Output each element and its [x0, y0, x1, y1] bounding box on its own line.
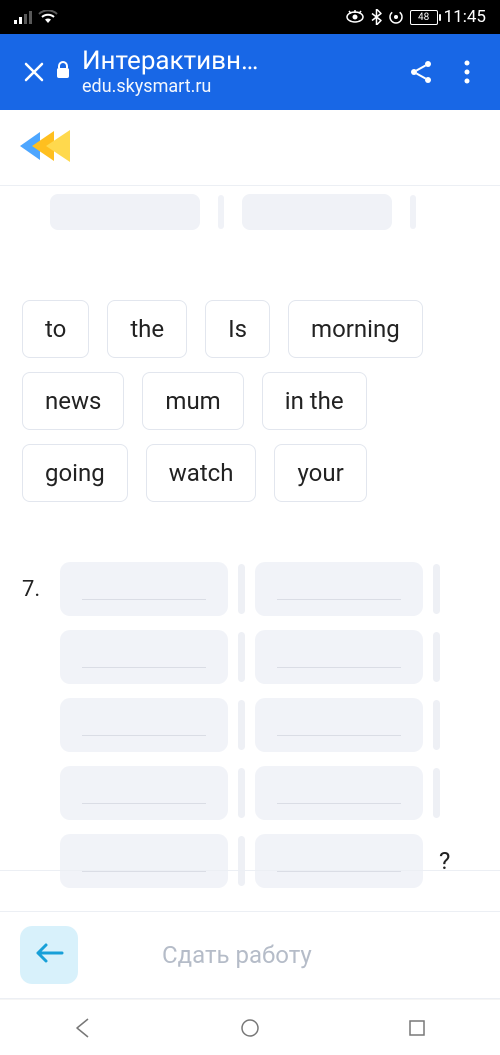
app-logo-bar [0, 110, 500, 186]
slot-separator [410, 195, 416, 229]
drop-slot[interactable] [60, 698, 228, 752]
nav-back-icon[interactable] [68, 1013, 98, 1043]
more-icon[interactable] [444, 60, 490, 84]
lock-icon [54, 60, 72, 84]
word-chip[interactable]: to [22, 300, 89, 358]
word-chip[interactable]: mum [142, 372, 243, 430]
status-left [14, 10, 58, 24]
drop-slot[interactable] [255, 630, 423, 684]
page-title: Интерактивн… [82, 47, 258, 77]
drop-slot[interactable] [60, 630, 228, 684]
footer-bar: Сдать работу [0, 911, 500, 999]
question-7: 7. [22, 562, 478, 888]
status-right: 48 11:45 [345, 7, 486, 27]
android-status-bar: 48 11:45 [0, 0, 500, 34]
wifi-icon [38, 10, 58, 24]
arrow-left-icon [34, 942, 64, 968]
data-saver-icon [388, 9, 404, 25]
share-icon[interactable] [398, 59, 444, 85]
drop-slot[interactable] [50, 194, 200, 230]
slot-separator [218, 195, 224, 229]
word-chip[interactable]: watch [146, 444, 257, 502]
word-chip[interactable]: the [107, 300, 187, 358]
previous-question-remnant [22, 194, 478, 230]
drop-slot[interactable] [242, 194, 392, 230]
next-block-sliver [0, 870, 500, 911]
word-chip[interactable]: going [22, 444, 128, 502]
word-bank: to the Is morning news mum in the going … [22, 300, 478, 502]
back-button[interactable] [20, 926, 78, 984]
slot-separator [238, 632, 245, 682]
word-chip[interactable]: news [22, 372, 124, 430]
battery-percent: 48 [418, 12, 429, 23]
drop-slot[interactable] [255, 766, 423, 820]
word-chip[interactable]: in the [262, 372, 367, 430]
eye-comfort-icon [345, 10, 365, 24]
drop-slot[interactable] [255, 698, 423, 752]
word-chip[interactable]: morning [288, 300, 423, 358]
question-number: 7. [22, 577, 50, 602]
signal-icon [14, 10, 32, 24]
bluetooth-icon [371, 9, 382, 25]
drop-slot[interactable] [60, 766, 228, 820]
drop-slot[interactable] [60, 562, 228, 616]
slot-separator [433, 632, 440, 682]
nav-home-icon[interactable] [235, 1013, 265, 1043]
slot-separator [238, 564, 245, 614]
submit-button[interactable]: Сдать работу [118, 941, 480, 969]
close-icon[interactable] [14, 60, 54, 84]
slot-separator [433, 700, 440, 750]
page-host: edu.skysmart.ru [82, 77, 258, 98]
word-chip[interactable]: Is [205, 300, 270, 358]
battery-indicator: 48 [410, 10, 438, 25]
slot-separator [238, 700, 245, 750]
exercise-area: to the Is morning news mum in the going … [0, 194, 500, 888]
skysmart-logo-icon [18, 126, 80, 170]
slot-separator [433, 564, 440, 614]
address-area[interactable]: Интерактивн… edu.skysmart.ru [54, 47, 398, 98]
android-nav-bar [0, 999, 500, 1055]
browser-toolbar: Интерактивн… edu.skysmart.ru [0, 34, 500, 110]
word-chip[interactable]: your [274, 444, 366, 502]
status-time: 11:45 [444, 7, 486, 27]
slot-separator [433, 768, 440, 818]
slot-separator [238, 768, 245, 818]
nav-recent-icon[interactable] [402, 1013, 432, 1043]
drop-slot[interactable] [255, 562, 423, 616]
